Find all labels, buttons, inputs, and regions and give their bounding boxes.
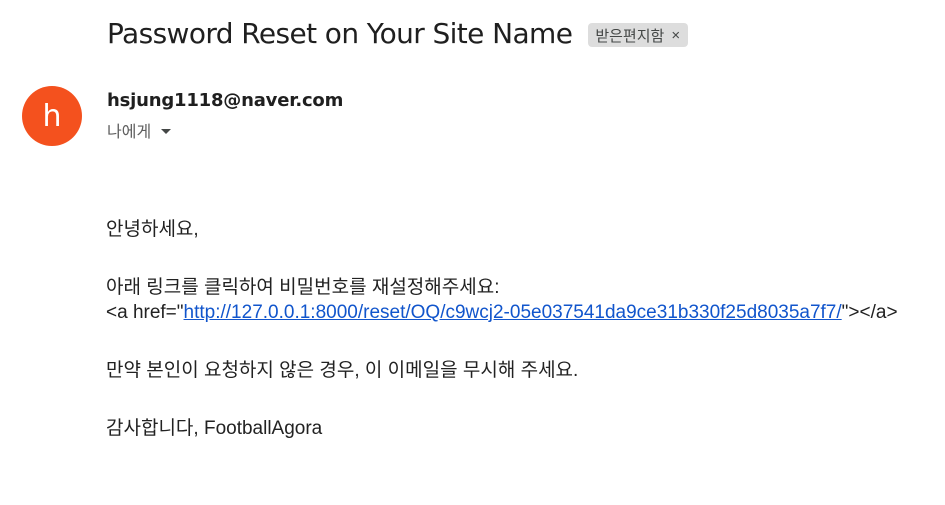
close-icon[interactable]: ×	[671, 27, 680, 44]
link-prefix-text: <a href="	[106, 302, 184, 323]
recipient-details-toggle[interactable]: 나에게	[107, 118, 172, 142]
email-body: 안녕하세요, 아래 링크를 클릭하여 비밀번호를 재설정해주세요: <a hre…	[106, 217, 898, 441]
notice-text: 만약 본인이 요청하지 않은 경우, 이 이메일을 무시해 주세요.	[106, 360, 579, 381]
email-view: Password Reset on Your Site Name 받은편지함 ×…	[0, 0, 945, 505]
instruction-text: 아래 링크를 클릭하여 비밀번호를 재설정해주세요:	[106, 277, 500, 298]
reset-password-link[interactable]: http://127.0.0.1:8000/reset/OQ/c9wcj2-05…	[184, 302, 842, 323]
subject-row: Password Reset on Your Site Name 받은편지함 ×	[107, 14, 689, 54]
inbox-label-text: 받은편지함	[595, 27, 665, 45]
avatar[interactable]: h	[22, 86, 82, 146]
sender-email[interactable]: hsjung1118@naver.com	[107, 89, 343, 113]
email-subject: Password Reset on Your Site Name	[107, 17, 573, 50]
reset-link-line: <a href="http://127.0.0.1:8000/reset/OQ/…	[106, 300, 898, 325]
link-suffix-text: "></a>	[841, 302, 898, 323]
greeting-text: 안녕하세요,	[106, 219, 199, 240]
closing-text: 감사합니다, FootballAgora	[106, 418, 323, 439]
recipient-label: 나에게	[107, 124, 152, 141]
inbox-label-chip[interactable]: 받은편지함 ×	[588, 23, 689, 47]
chevron-down-icon[interactable]	[161, 128, 172, 134]
avatar-letter: h	[42, 98, 62, 134]
